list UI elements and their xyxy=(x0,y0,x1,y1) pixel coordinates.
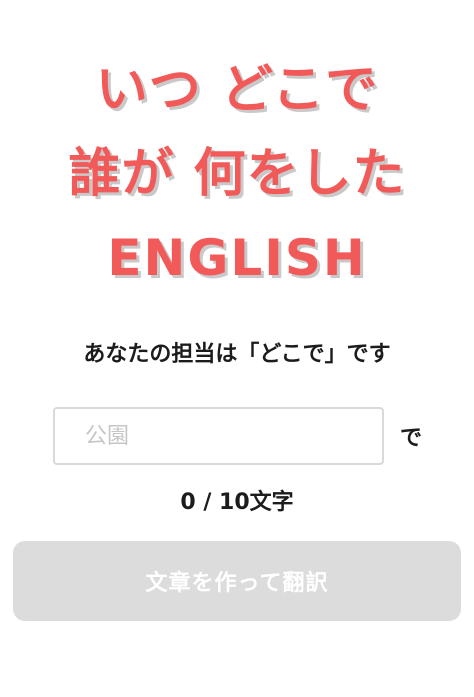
input-suffix: で xyxy=(400,426,423,451)
create-and-translate-button[interactable]: 文章を作って翻訳 xyxy=(13,541,461,621)
title-line-2: 誰が 何をした xyxy=(68,144,406,204)
title-line-1: いつ どこで xyxy=(95,60,379,120)
title-line-3: ENGLISH xyxy=(107,229,367,287)
input-row: で xyxy=(53,407,422,465)
role-prompt: あなたの担当は「どこで」です xyxy=(83,342,391,367)
app-title: いつ どこで 誰が 何をした ENGLISH xyxy=(0,48,474,300)
character-counter: 0 / 10文字 xyxy=(180,490,294,515)
where-input[interactable] xyxy=(53,407,384,465)
